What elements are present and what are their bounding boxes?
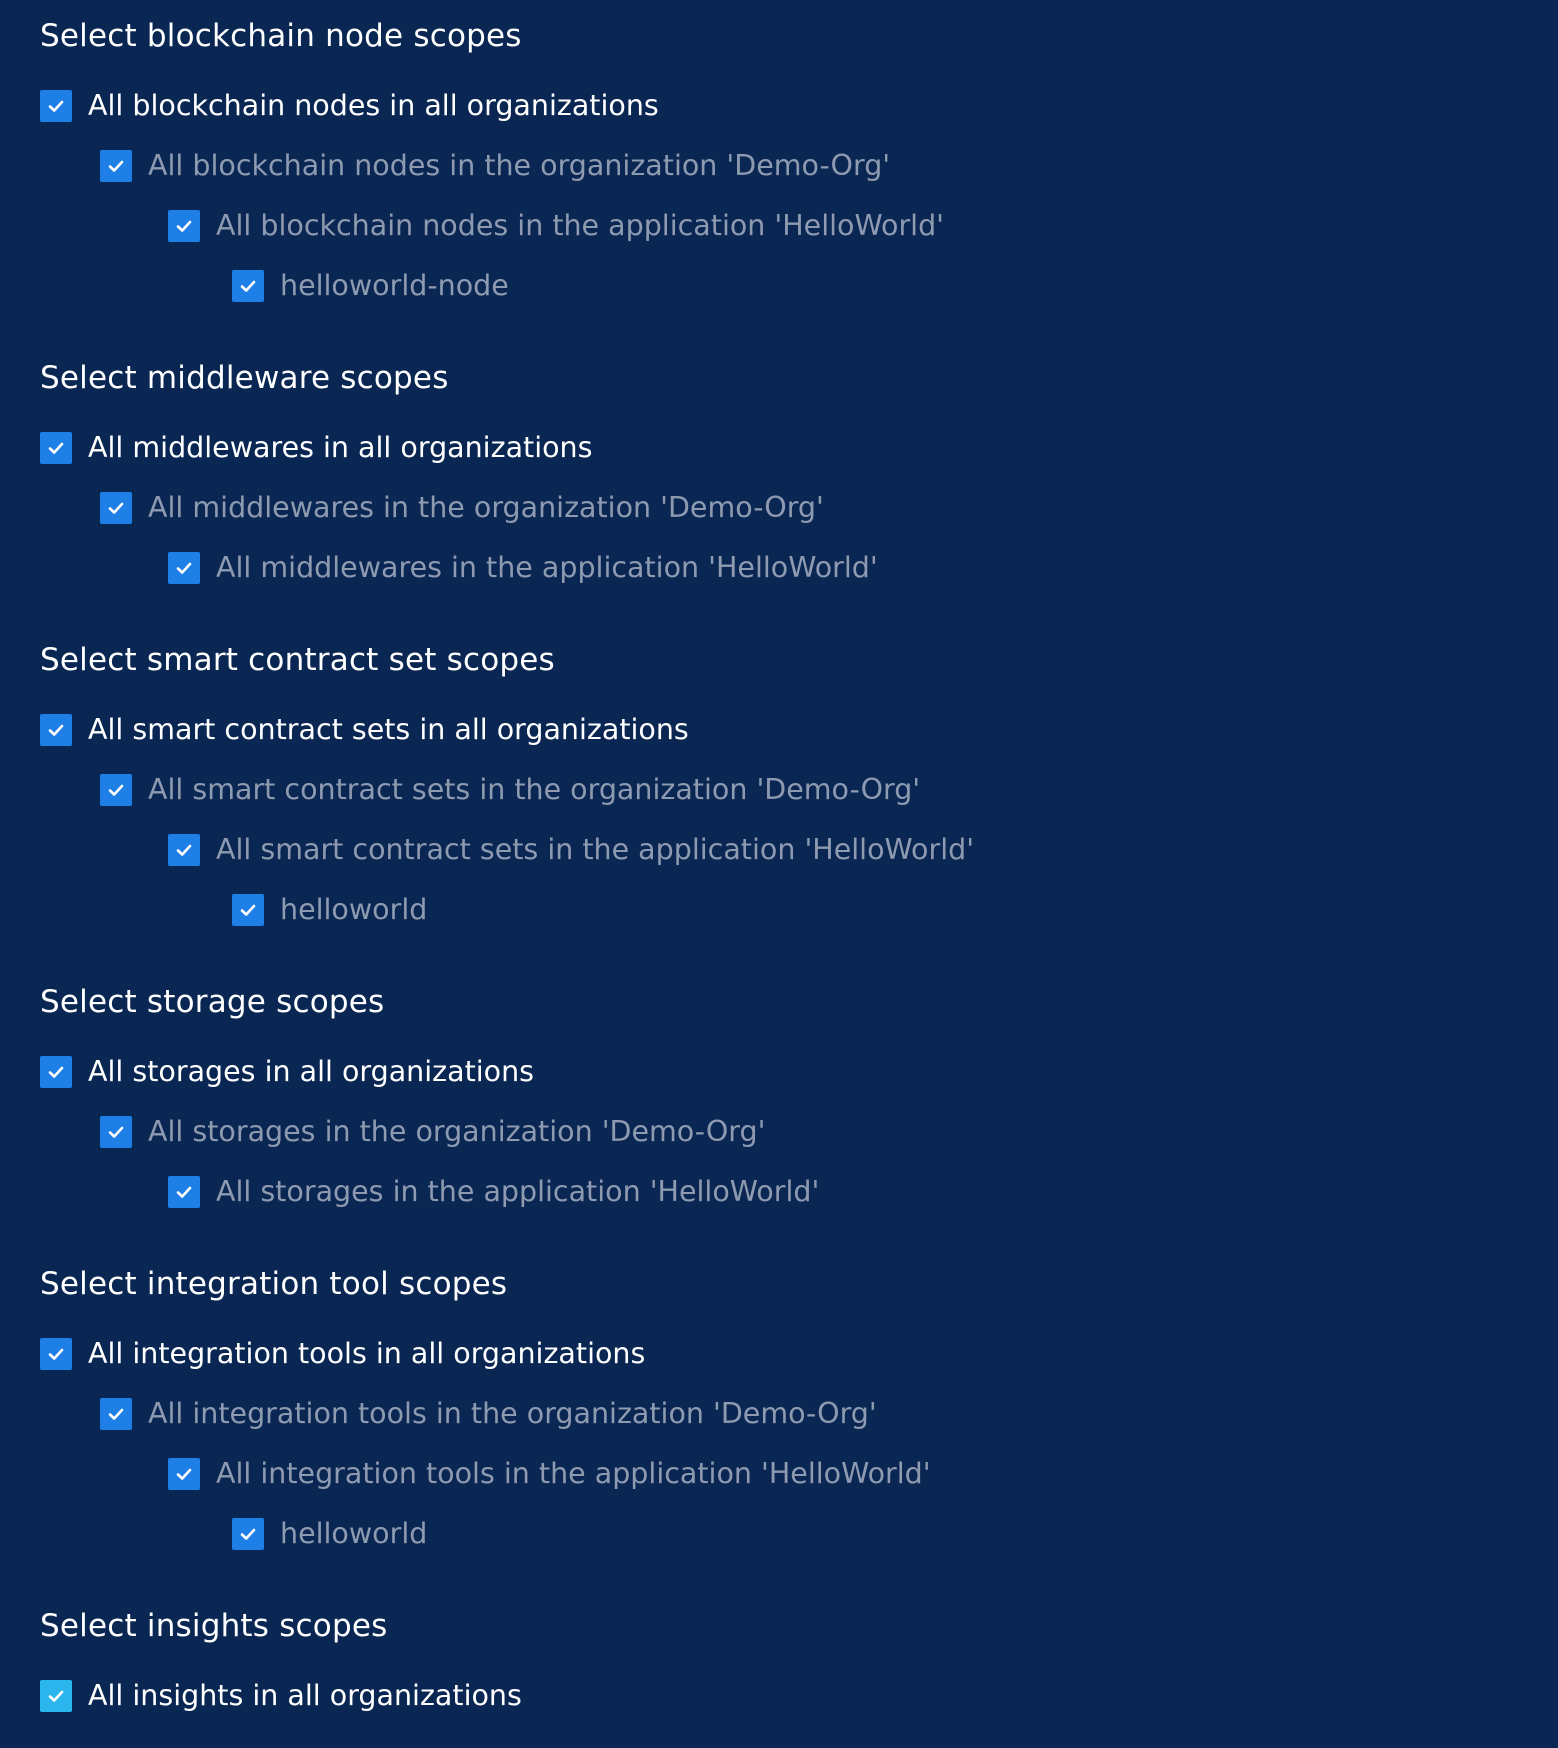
scope-option-label: All integration tools in the organizatio… [148,1397,877,1430]
scope-option-label: All integration tools in all organizatio… [88,1337,646,1370]
checkbox[interactable] [100,1116,132,1148]
checkbox[interactable] [232,1518,264,1550]
checkbox[interactable] [40,1056,72,1088]
check-icon [108,1126,124,1138]
scope-option-storages-org[interactable]: All storages in the organization 'Demo-O… [40,1102,1558,1162]
section-storage-scopes: Select storage scopes All storages in al… [40,982,1558,1222]
checkbox[interactable] [40,432,72,464]
option-list: All smart contract sets in all organizat… [40,700,1558,940]
option-list: All storages in all organizations All st… [40,1042,1558,1222]
scope-option-all-middlewares-all-orgs[interactable]: All middlewares in all organizations [40,418,1558,478]
checkbox[interactable] [100,1398,132,1430]
scope-option-blockchain-nodes-app[interactable]: All blockchain nodes in the application … [40,196,1558,256]
check-icon [108,160,124,172]
section-title: Select insights scopes [40,1608,388,1644]
check-icon [240,280,256,292]
checkbox[interactable] [232,270,264,302]
scope-option-middlewares-org[interactable]: All middlewares in the organization 'Dem… [40,478,1558,538]
option-list: All middlewares in all organizations All… [40,418,1558,598]
scopes-page: Select blockchain node scopes All blockc… [0,0,1558,1748]
check-icon [108,1408,124,1420]
section-middleware-scopes: Select middleware scopes All middlewares… [40,358,1558,598]
scope-option-label: All smart contract sets in the organizat… [148,773,921,806]
section-title: Select blockchain node scopes [40,18,522,54]
scope-option-all-insights-all-orgs[interactable]: All insights in all organizations [40,1666,1558,1726]
checkbox[interactable] [168,834,200,866]
scope-option-smart-contract-sets-org[interactable]: All smart contract sets in the organizat… [40,760,1558,820]
check-icon [240,1528,256,1540]
scope-option-all-blockchain-nodes-all-orgs[interactable]: All blockchain nodes in all organization… [40,76,1558,136]
scope-option-integration-tools-app[interactable]: All integration tools in the application… [40,1444,1558,1504]
check-icon [176,562,192,574]
scope-option-label: All middlewares in the application 'Hell… [216,551,878,584]
checkbox[interactable] [168,210,200,242]
section-smart-contract-set-scopes: Select smart contract set scopes All sma… [40,640,1558,940]
scope-option-blockchain-nodes-org[interactable]: All blockchain nodes in the organization… [40,136,1558,196]
scope-option-label: All insights in all organizations [88,1679,522,1712]
scope-option-label: All storages in the application 'HelloWo… [216,1175,820,1208]
scope-option-helloworld-integration-tool[interactable]: helloworld [40,1504,1558,1564]
checkbox[interactable] [40,1680,72,1712]
scope-option-label: All smart contract sets in all organizat… [88,713,689,746]
checkbox[interactable] [168,1458,200,1490]
option-list: All integration tools in all organizatio… [40,1324,1558,1564]
scope-option-label: All blockchain nodes in all organization… [88,89,659,122]
check-icon [48,100,64,112]
scope-option-label: All storages in all organizations [88,1055,535,1088]
scope-option-label: All blockchain nodes in the application … [216,209,945,242]
scope-option-label: All middlewares in all organizations [88,431,593,464]
checkbox[interactable] [168,1176,200,1208]
scope-option-helloworld-contract-set[interactable]: helloworld [40,880,1558,940]
checkbox[interactable] [100,492,132,524]
scope-option-helloworld-node[interactable]: helloworld-node [40,256,1558,316]
check-icon [176,844,192,856]
scope-option-label: All integration tools in the application… [216,1457,931,1490]
section-integration-tool-scopes: Select integration tool scopes All integ… [40,1264,1558,1564]
checkbox[interactable] [168,552,200,584]
check-icon [240,904,256,916]
scope-option-middlewares-app[interactable]: All middlewares in the application 'Hell… [40,538,1558,598]
section-title: Select middleware scopes [40,360,449,396]
scope-option-smart-contract-sets-app[interactable]: All smart contract sets in the applicati… [40,820,1558,880]
checkbox[interactable] [100,774,132,806]
scope-option-label: All blockchain nodes in the organization… [148,149,891,182]
scope-option-all-storages-all-orgs[interactable]: All storages in all organizations [40,1042,1558,1102]
option-list: All insights in all organizations [40,1666,1558,1726]
check-icon [176,1186,192,1198]
scope-option-label: All smart contract sets in the applicati… [216,833,975,866]
check-icon [108,502,124,514]
scope-option-label: All storages in the organization 'Demo-O… [148,1115,766,1148]
section-title: Select storage scopes [40,984,385,1020]
check-icon [176,1468,192,1480]
section-blockchain-node-scopes: Select blockchain node scopes All blockc… [40,16,1558,316]
checkbox[interactable] [100,150,132,182]
scope-option-label: All middlewares in the organization 'Dem… [148,491,824,524]
option-list: All blockchain nodes in all organization… [40,76,1558,316]
section-title: Select integration tool scopes [40,1266,508,1302]
scope-option-label: helloworld-node [280,269,509,302]
check-icon [48,1690,64,1702]
scope-option-integration-tools-org[interactable]: All integration tools in the organizatio… [40,1384,1558,1444]
scope-option-storages-app[interactable]: All storages in the application 'HelloWo… [40,1162,1558,1222]
checkbox[interactable] [40,714,72,746]
check-icon [48,1066,64,1078]
scope-option-label: helloworld [280,1517,428,1550]
scope-option-all-smart-contract-sets-all-orgs[interactable]: All smart contract sets in all organizat… [40,700,1558,760]
check-icon [48,724,64,736]
scope-option-all-integration-tools-all-orgs[interactable]: All integration tools in all organizatio… [40,1324,1558,1384]
checkbox[interactable] [232,894,264,926]
section-insights-scopes: Select insights scopes All insights in a… [40,1606,1558,1726]
check-icon [108,784,124,796]
check-icon [48,1348,64,1360]
scope-option-label: helloworld [280,893,428,926]
section-title: Select smart contract set scopes [40,642,555,678]
checkbox[interactable] [40,90,72,122]
checkbox[interactable] [40,1338,72,1370]
check-icon [48,442,64,454]
check-icon [176,220,192,232]
